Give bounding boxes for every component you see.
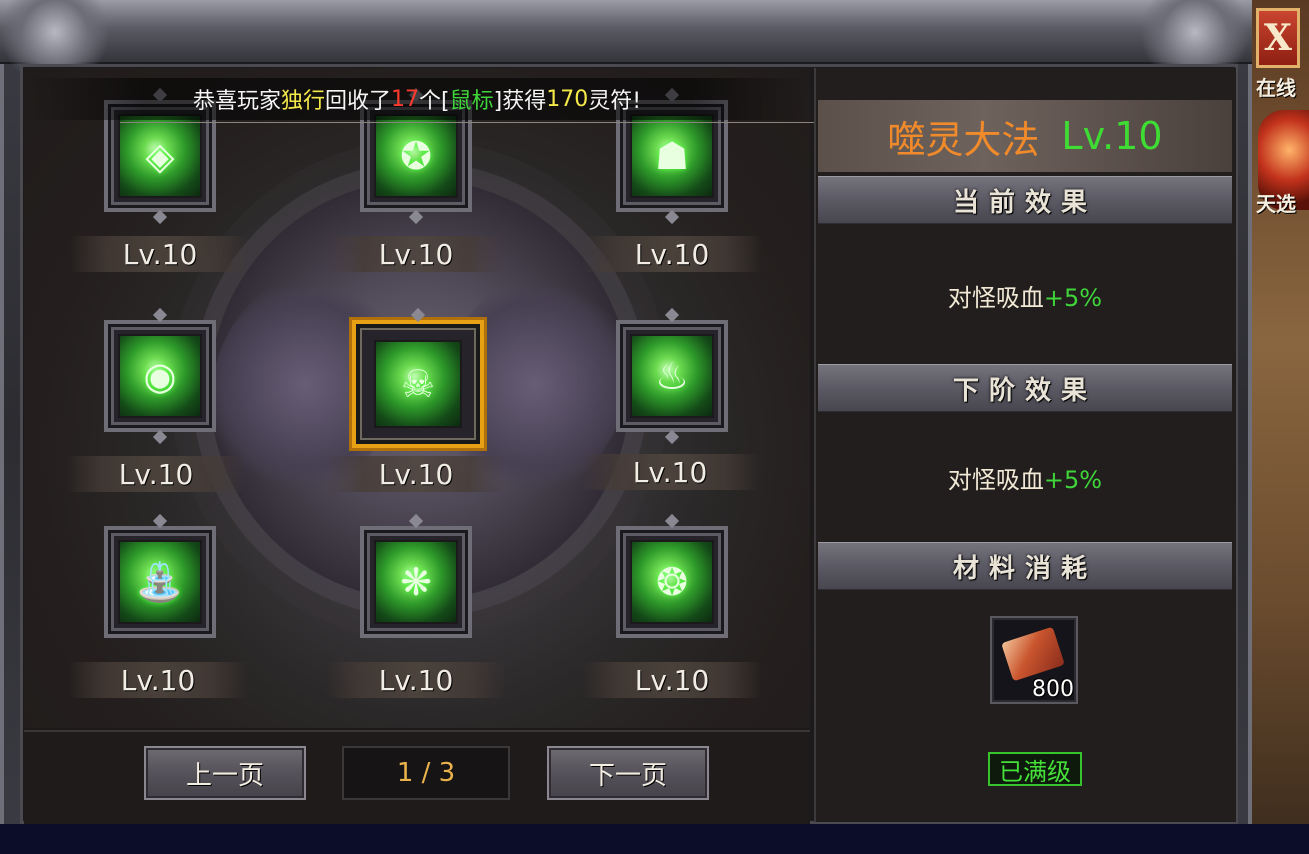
- skill-slot-9[interactable]: ❂: [616, 513, 728, 638]
- prev-page-button[interactable]: 上一页: [144, 746, 306, 800]
- slot-level-3: Lv.10: [582, 236, 762, 272]
- announce-reward: 170: [546, 86, 589, 112]
- slot-level-4: Lv.10: [66, 456, 246, 492]
- skill-slot-8[interactable]: ❋: [360, 513, 472, 638]
- skill-level: Lv.10: [1061, 114, 1163, 158]
- next-effect: 对怪吸血+5%: [818, 460, 1232, 495]
- announce-mid: 回收了: [324, 89, 391, 114]
- sidebar-choice-label[interactable]: 天选: [1256, 188, 1308, 217]
- current-effect: 对怪吸血+5%: [818, 278, 1232, 313]
- skill-slot-6[interactable]: ♨: [616, 307, 728, 445]
- skill-name: 噬灵大法: [887, 117, 1040, 162]
- next-effect-label: 对怪吸血: [947, 466, 1044, 494]
- announcement-banner: 恭喜玩家 独行 回收了 17 个[鼠标]获得 170 灵符!: [24, 78, 810, 120]
- slot-level-1: Lv.10: [70, 236, 250, 272]
- material-header: 材料消耗: [818, 542, 1232, 590]
- material-count: 800: [1032, 677, 1074, 702]
- flame-icon: ♨: [630, 334, 714, 418]
- next-effect-value: +5%: [1043, 466, 1103, 494]
- slot-level-8: Lv.10: [326, 662, 506, 698]
- next-effect-header: 下阶效果: [818, 364, 1232, 412]
- slot-level-7: Lv.10: [68, 662, 248, 698]
- chat-strip: [0, 824, 1309, 854]
- eye-orb-icon: ◉: [118, 334, 202, 418]
- next-page-button[interactable]: 下一页: [547, 746, 709, 800]
- spirit-icon: ❋: [374, 540, 458, 624]
- slot-level-5: Lv.10: [326, 456, 506, 492]
- material-slot[interactable]: 800: [990, 616, 1078, 704]
- skill-slot-7[interactable]: ⛲: [104, 513, 216, 638]
- announce-player: 独行: [280, 89, 325, 114]
- announce-divider: [120, 122, 820, 123]
- scroll-book-icon: [1001, 626, 1065, 682]
- announce-mid2: ]获得: [493, 89, 547, 114]
- tiger-icon: ☗: [630, 114, 714, 198]
- skill-slot-5-selected[interactable]: ☠: [352, 307, 484, 448]
- emblem-icon: ✪: [374, 114, 458, 198]
- announce-prefix: 恭喜玩家: [192, 89, 281, 114]
- sidebar-online-label[interactable]: 在线: [1256, 72, 1308, 101]
- close-button[interactable]: X: [1256, 8, 1300, 68]
- slot-level-6: Lv.10: [580, 454, 760, 490]
- page-indicator: 1 / 3: [342, 746, 510, 800]
- shield-rune-icon: ◈: [118, 114, 202, 198]
- announce-unit: 个[: [419, 89, 450, 114]
- current-effect-header: 当前效果: [818, 176, 1232, 224]
- maxed-badge: 已满级: [988, 752, 1082, 786]
- announce-suffix: 灵符!: [588, 89, 642, 114]
- slot-level-9: Lv.10: [582, 662, 762, 698]
- skull-ring-icon: ☠: [374, 340, 462, 428]
- announce-count: 17: [391, 86, 419, 112]
- top-ornament: [0, 0, 1252, 64]
- announce-item: 鼠标: [449, 89, 494, 114]
- skill-slot-4[interactable]: ◉: [104, 307, 216, 445]
- slot-level-2: Lv.10: [326, 236, 506, 272]
- current-effect-label: 对怪吸血: [947, 284, 1044, 312]
- skill-title: 噬灵大法 Lv.10: [818, 100, 1232, 172]
- fountain-icon: ⛲: [118, 540, 202, 624]
- swirl-icon: ❂: [630, 540, 714, 624]
- current-effect-value: +5%: [1043, 284, 1103, 312]
